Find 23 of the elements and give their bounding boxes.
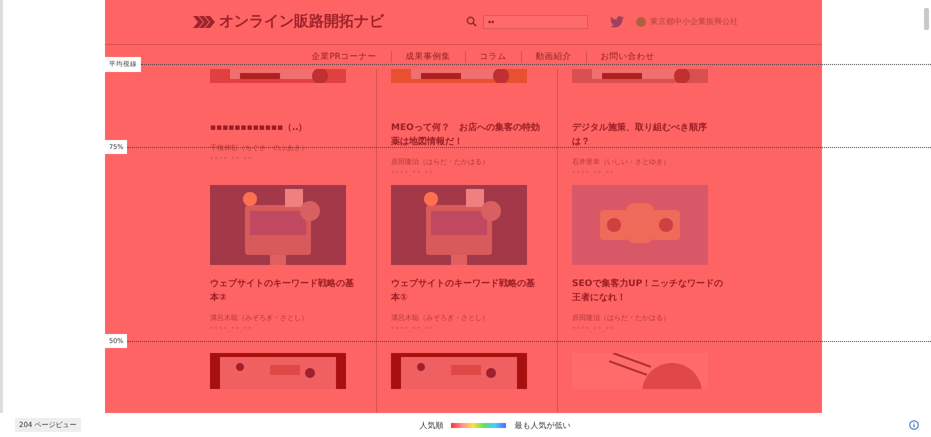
nav-link[interactable]: お問い合わせ [586,50,669,63]
chevrons-icon [193,16,215,28]
emblem-icon [636,16,646,27]
legend-label: 人気順 [419,420,444,430]
article-title[interactable]: SEOで集客力UP！ニッチなワードの王者になれ！ [572,277,724,305]
search-icon[interactable] [466,16,477,28]
article-title[interactable]: デジタル施策、取り組むべき順序は？ [572,121,724,149]
nav-link[interactable]: 成果事例集 [390,50,465,63]
article-title[interactable]: ▪▪▪▪▪▪▪▪▪▪▪▪（‥） [210,121,362,135]
heat-gradient-bar [451,422,506,428]
scrollbar-thumb[interactable] [924,8,929,30]
info-icon[interactable] [909,420,919,430]
bird-icon[interactable] [610,16,624,28]
nav-link[interactable]: 動画紹介 [520,50,586,63]
search-field[interactable]: •• [483,14,588,29]
organization-name[interactable]: 東京都中小企業振興公社 [650,16,738,28]
nav-link[interactable]: 企業PRコーナー [296,50,391,63]
article-title[interactable]: ウェブサイトのキーワード戦略の基本① [391,277,543,305]
nav-link[interactable]: コラム [464,50,521,63]
legend-label: 最も人気が低い [514,420,570,430]
article-title[interactable]: MEOって何？ お店への集客の特効薬は地図情報だ！ [391,121,543,149]
article-title[interactable]: ウェブサイトのキーワード戦略の基本② [210,277,362,305]
site-logo[interactable]: オンライン販路開拓ナビ [219,12,384,32]
